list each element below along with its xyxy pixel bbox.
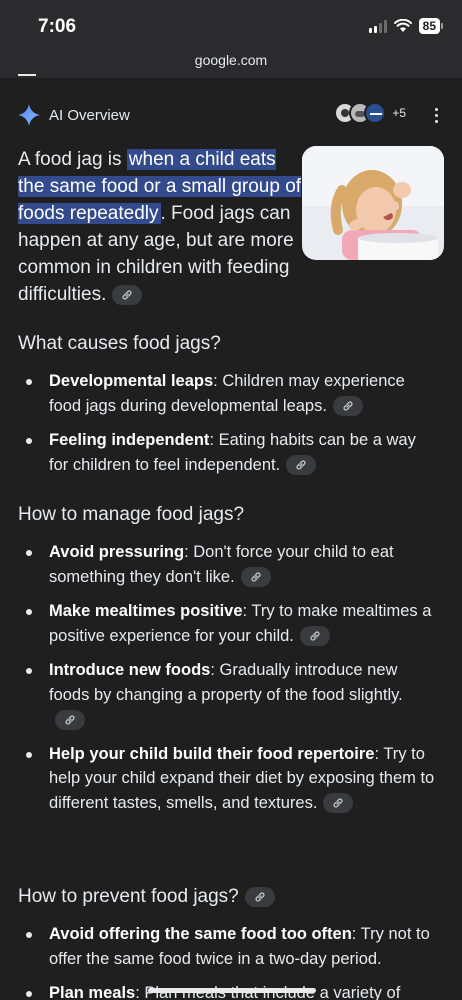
status-icons: 85 bbox=[368, 18, 444, 34]
source-avatar[interactable] bbox=[364, 102, 387, 124]
browser-top-bar: 7:06 85 google.com bbox=[0, 0, 462, 78]
bullet-term: Developmental leaps bbox=[49, 372, 214, 390]
url-bar[interactable]: google.com bbox=[0, 52, 462, 68]
cellular-signal-icon bbox=[368, 19, 387, 33]
gemini-sparkle-icon bbox=[18, 104, 40, 126]
source-link-icon[interactable] bbox=[286, 455, 317, 476]
source-link-icon[interactable] bbox=[332, 396, 363, 417]
list-item: Make mealtimes positive: Try to make mea… bbox=[18, 599, 436, 648]
bullet-term: Make mealtimes positive bbox=[49, 602, 243, 620]
source-link-icon[interactable] bbox=[55, 709, 85, 730]
wifi-icon bbox=[393, 19, 412, 32]
child-eating-image[interactable] bbox=[302, 146, 444, 260]
sources-more-count[interactable]: +5 bbox=[392, 106, 406, 120]
ai-overview-header: AI Overview bbox=[18, 104, 130, 126]
section-title: How to prevent food jags? bbox=[18, 884, 448, 910]
section-prevent: How to prevent food jags? Avoid offering… bbox=[18, 884, 448, 1000]
source-link-icon[interactable] bbox=[299, 626, 330, 647]
source-link-icon[interactable] bbox=[112, 284, 143, 305]
bullet-term: Feeling independent bbox=[49, 431, 210, 449]
status-time: 7:06 bbox=[38, 16, 77, 37]
intro-text-start: A food jag is bbox=[18, 149, 127, 170]
list-item: Feeling independent: Eating habits can b… bbox=[18, 428, 436, 477]
battery-icon: 85 bbox=[418, 18, 444, 34]
section-title: What causes food jags? bbox=[18, 333, 221, 354]
list-item: Developmental leaps: Children may experi… bbox=[18, 369, 436, 418]
section-manage: How to manage food jags? Avoid pressurin… bbox=[18, 502, 448, 825]
section-causes: What causes food jags? Developmental lea… bbox=[18, 331, 448, 487]
bullet-term: Avoid offering the same food too often bbox=[49, 925, 352, 943]
bullet-term: Introduce new foods bbox=[49, 661, 211, 679]
more-options-icon[interactable] bbox=[435, 108, 438, 123]
list-item: Introduce new foods: Gradually introduce… bbox=[18, 658, 436, 732]
scroll-indicator bbox=[18, 74, 36, 76]
source-link-icon[interactable] bbox=[240, 567, 271, 588]
section-title-text: How to prevent food jags? bbox=[18, 886, 239, 907]
section-title: How to manage food jags? bbox=[18, 504, 245, 525]
bullet-term: Help your child build their food reperto… bbox=[49, 744, 375, 763]
ai-overview-label: AI Overview bbox=[49, 106, 130, 124]
bullet-term: Plan meals bbox=[49, 984, 136, 1000]
source-link-icon[interactable] bbox=[244, 886, 275, 907]
list-item: Help your child build their food reperto… bbox=[18, 742, 436, 816]
bullet-term: Avoid pressuring bbox=[49, 543, 185, 561]
source-avatars[interactable]: +5 bbox=[334, 102, 406, 124]
list-item: Avoid pressuring: Don't force your child… bbox=[18, 540, 436, 589]
overview-intro: A food jag is when a child eats the same… bbox=[18, 146, 303, 308]
source-link-icon[interactable] bbox=[323, 793, 354, 814]
list-item: Avoid offering the same food too often: … bbox=[18, 922, 436, 971]
home-indicator bbox=[148, 988, 316, 993]
